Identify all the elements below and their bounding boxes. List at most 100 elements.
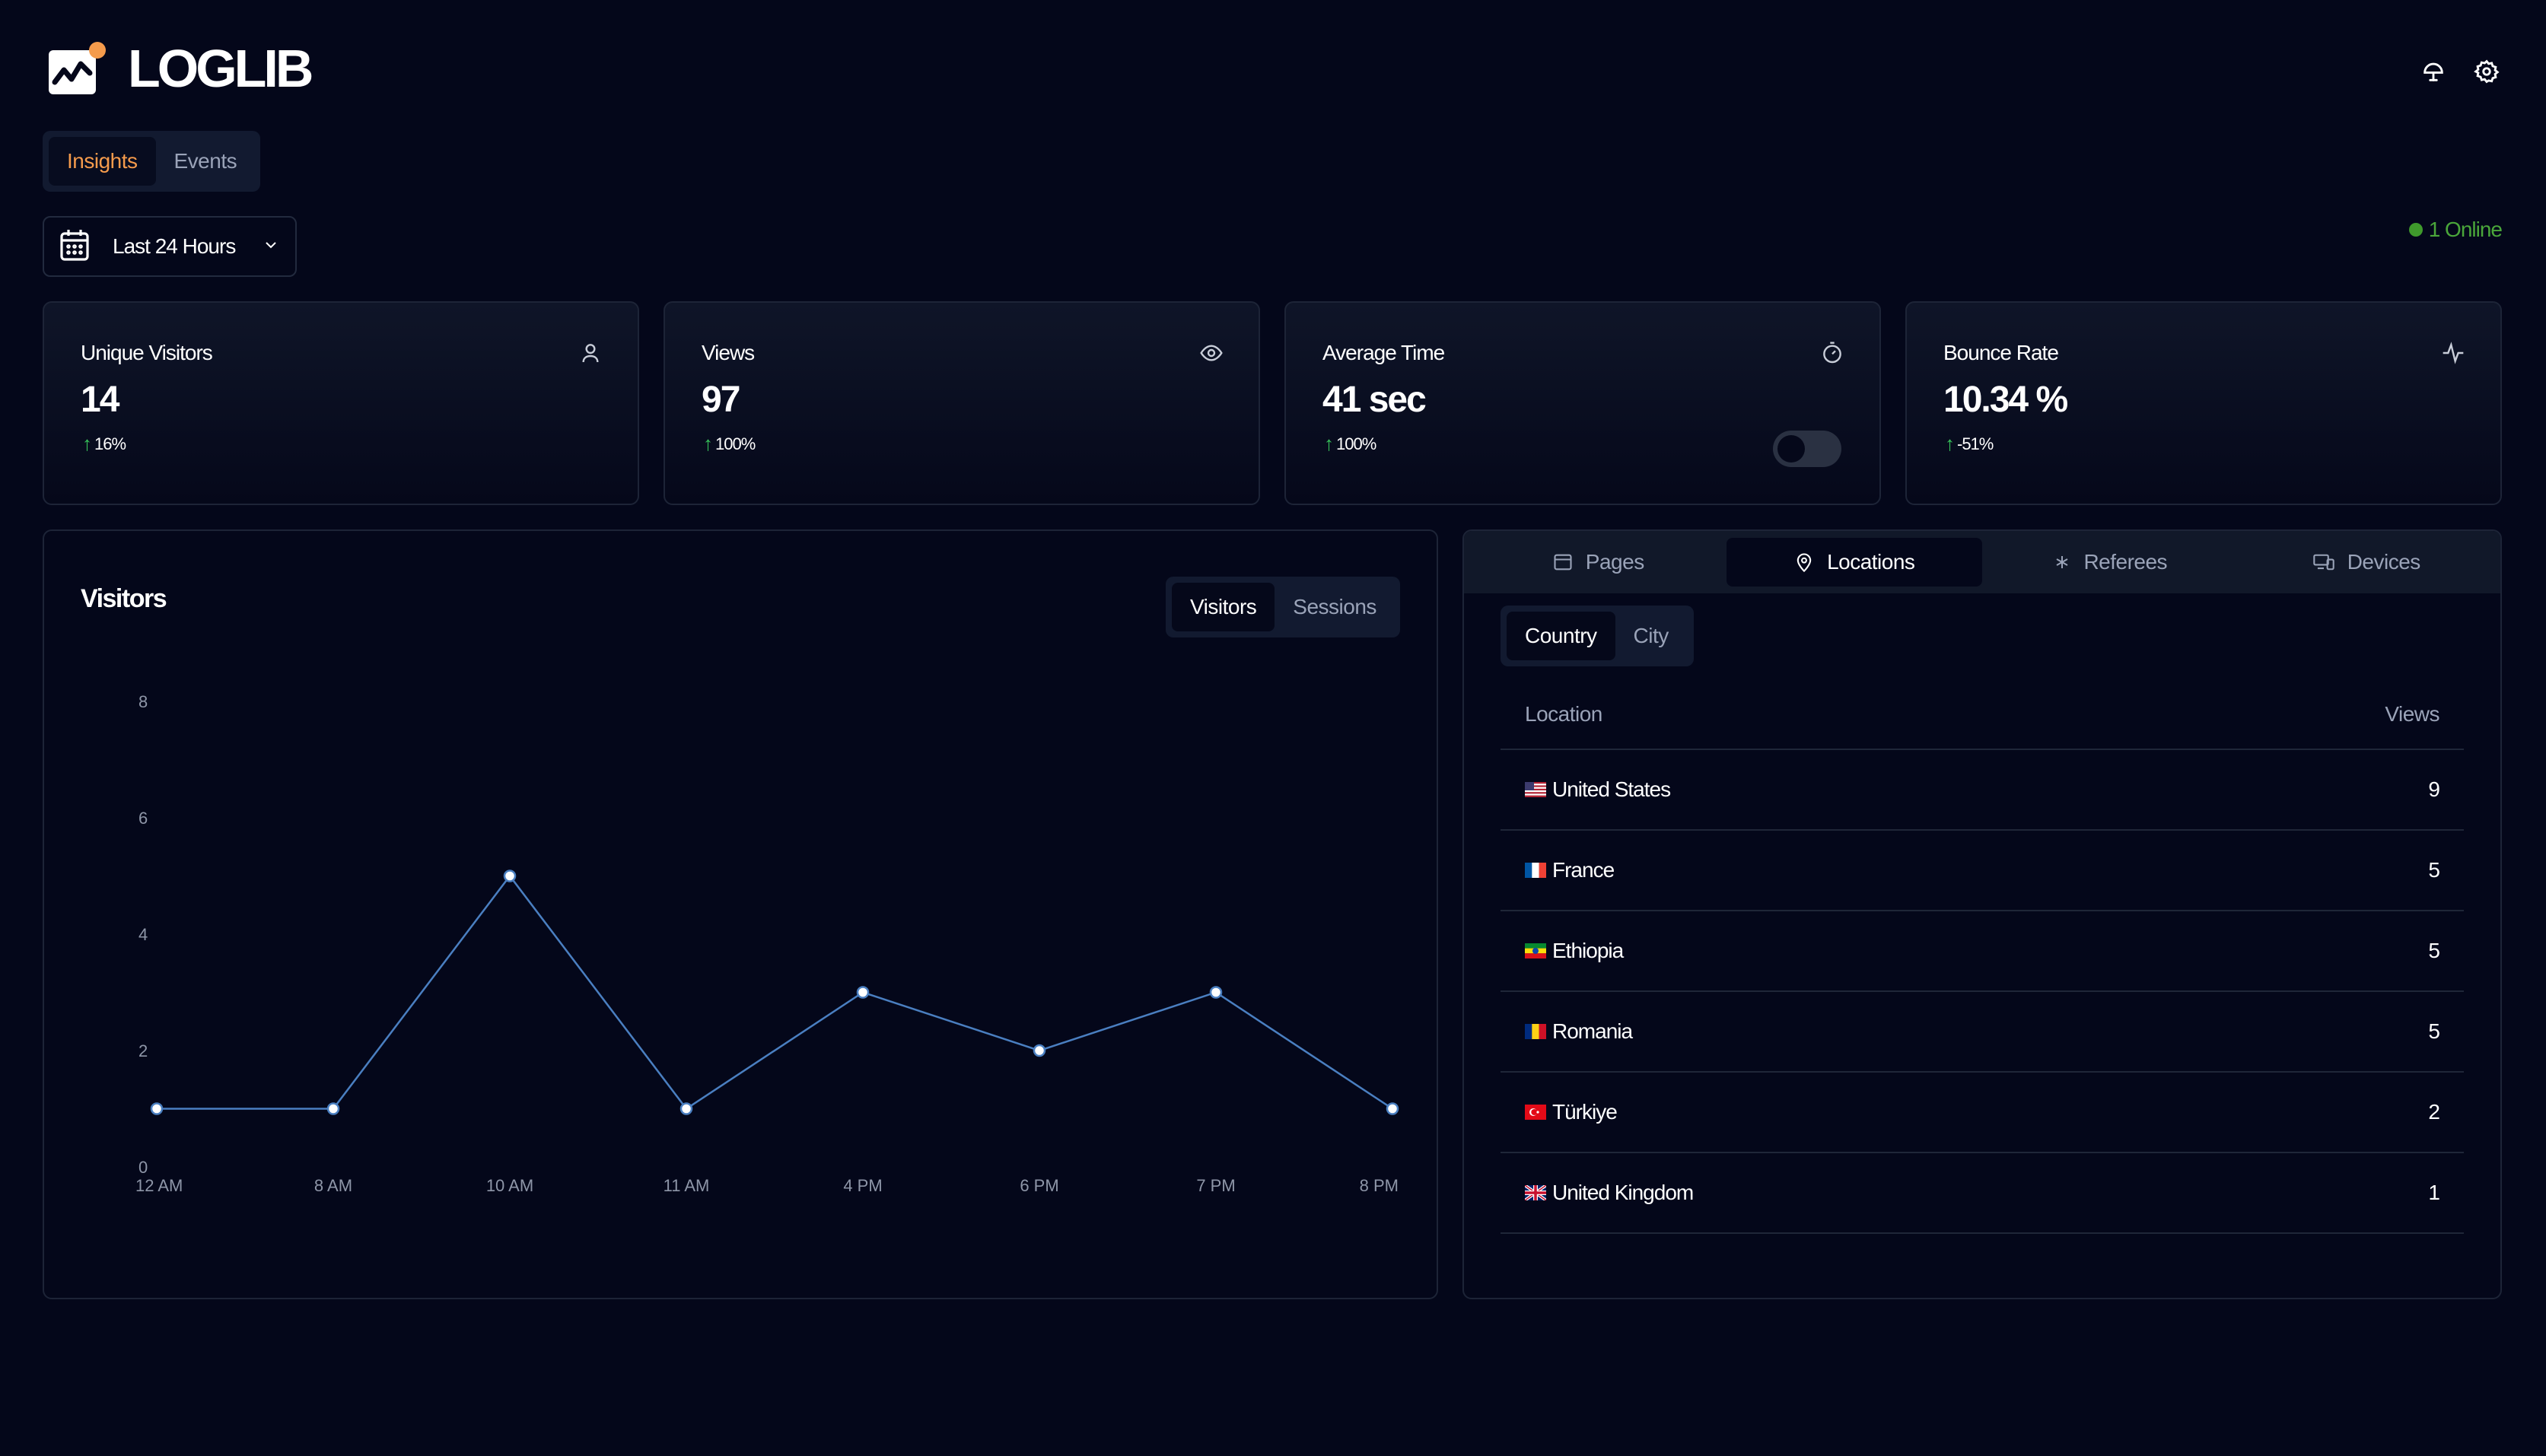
stat-title: Bounce Rate (1943, 341, 2059, 364)
breakdown-panel: Pages Locations Referees Devices Country… (1462, 529, 2502, 1299)
column-views[interactable]: Views (2385, 702, 2439, 726)
y-tick-label: 2 (138, 1041, 148, 1060)
data-point[interactable] (679, 1102, 693, 1115)
view-count: 2 (2428, 1100, 2440, 1124)
calendar-icon (59, 228, 90, 265)
country-name: Romania (1552, 1019, 1633, 1043)
settings-gear-icon[interactable] (2470, 55, 2503, 88)
stat-change: ↑ 100% (703, 432, 756, 455)
tr-flag-icon (1525, 1105, 1546, 1120)
table-row[interactable]: Romania 5 (1501, 992, 2464, 1073)
locations-table: Location Views United States 9 France 5 … (1501, 680, 2464, 1234)
timer-icon (1820, 341, 1844, 365)
y-tick-label: 8 (138, 692, 148, 711)
table-row[interactable]: Türkiye 2 (1501, 1073, 2464, 1153)
country-name: United Kingdom (1552, 1181, 1694, 1204)
country-name: Ethiopia (1552, 939, 1624, 962)
tab-referees[interactable]: Referees (1982, 538, 2239, 587)
arrow-up-icon: ↑ (1945, 432, 1955, 455)
country-name: United States (1552, 777, 1671, 801)
loglib-logo-icon (47, 41, 108, 97)
tab-events[interactable]: Events (156, 137, 256, 186)
tab-country[interactable]: Country (1507, 612, 1615, 660)
view-count: 5 (2428, 939, 2440, 962)
view-count: 1 (2428, 1181, 2440, 1204)
date-range-select[interactable]: Last 24 Hours (43, 216, 297, 277)
data-point[interactable] (503, 869, 517, 882)
table-row[interactable]: United Kingdom 1 (1501, 1153, 2464, 1234)
arrow-up-icon: ↑ (703, 432, 713, 455)
arrow-up-icon: ↑ (82, 432, 92, 455)
arrow-up-icon: ↑ (1324, 432, 1334, 455)
stat-card-average-time: Average Time 41 sec ↑ 100% (1284, 301, 1881, 505)
stat-title: Views (702, 341, 755, 364)
user-icon (578, 341, 603, 365)
ro-flag-icon (1525, 1024, 1546, 1039)
online-count: 1 Online (2428, 218, 2503, 241)
asterisk-icon (2056, 556, 2068, 568)
y-tick-label: 0 (138, 1158, 148, 1177)
table-row[interactable]: Ethiopia 5 (1501, 911, 2464, 992)
y-tick-label: 4 (138, 925, 148, 944)
visitors-chart-panel: Visitors Visitors Sessions 0 2 4 6 8 12 AM 8 A… (43, 529, 1438, 1299)
stat-title: Unique Visitors (81, 341, 213, 364)
country-name: France (1552, 858, 1615, 882)
tab-devices[interactable]: Devices (2239, 538, 2495, 587)
tab-insights[interactable]: Insights (49, 137, 156, 186)
data-point[interactable] (856, 986, 870, 999)
main-tabs: Insights Events (43, 131, 260, 192)
data-point[interactable] (1386, 1102, 1399, 1115)
online-dot (2408, 223, 2423, 237)
stat-value: 97 (702, 380, 740, 420)
theme-toggle-icon[interactable] (2417, 55, 2450, 88)
x-tick-label: 8 AM (314, 1176, 352, 1195)
x-tick-label: 4 PM (843, 1176, 882, 1195)
x-tick-label: 12 AM (135, 1176, 183, 1195)
x-tick-label: 8 PM (1360, 1176, 1399, 1195)
tab-locations[interactable]: Locations (1726, 538, 1982, 587)
column-location[interactable]: Location (1525, 702, 1602, 726)
view-count: 9 (2428, 777, 2440, 801)
stat-card-views: Views 97 ↑ 100% (664, 301, 1260, 505)
map-pin-icon (1797, 553, 1812, 573)
activity-icon (2441, 341, 2465, 365)
stat-card-unique-visitors: Unique Visitors 14 ↑ 16% (43, 301, 639, 505)
data-point[interactable] (1209, 986, 1223, 999)
stat-value: 10.34 % (1943, 380, 2068, 420)
us-flag-icon (1525, 782, 1546, 797)
stat-value: 14 (81, 380, 119, 420)
y-tick-label: 6 (138, 809, 148, 828)
stat-title: Average Time (1322, 341, 1445, 364)
x-tick-label: 7 PM (1196, 1176, 1235, 1195)
stat-change: ↑ 100% (1324, 432, 1376, 455)
gb-flag-icon (1525, 1185, 1546, 1200)
tab-city[interactable]: City (1615, 612, 1687, 660)
visitors-line-chart: 0 2 4 6 8 12 AM 8 AM 10 AM 11 AM 4 PM 6 PM 7 PM 8 PM (135, 692, 1399, 1195)
data-point[interactable] (326, 1102, 340, 1115)
online-indicator: 1 Online (2408, 218, 2503, 242)
window-icon (1554, 554, 1572, 571)
table-row[interactable]: France 5 (1501, 831, 2464, 911)
country-name: Türkiye (1552, 1100, 1618, 1124)
eye-icon (1199, 341, 1224, 365)
date-range-label: Last 24 Hours (113, 234, 236, 258)
x-tick-label: 6 PM (1020, 1176, 1058, 1195)
tab-pages[interactable]: Pages (1470, 538, 1727, 587)
table-header: Location Views (1501, 680, 2464, 750)
data-point[interactable] (150, 1102, 164, 1115)
chevron-down-icon (262, 236, 280, 258)
data-point[interactable] (1033, 1044, 1046, 1057)
fr-flag-icon (1525, 863, 1546, 878)
comparison-toggle[interactable] (1773, 431, 1841, 467)
stat-card-bounce-rate: Bounce Rate 10.34 % ↑ -51% (1905, 301, 2502, 505)
series-line (157, 874, 1393, 1111)
table-row[interactable]: United States 9 (1501, 750, 2464, 831)
stat-change: ↑ 16% (82, 432, 126, 455)
et-flag-icon (1525, 943, 1546, 958)
toggle-knob (1777, 435, 1805, 463)
view-count: 5 (2428, 858, 2440, 882)
location-scope-tabs: Country City (1501, 606, 1694, 666)
app-title: LOGLIB (128, 39, 313, 98)
breakdown-tabs: Pages Locations Referees Devices (1464, 531, 2500, 593)
view-count: 5 (2428, 1019, 2440, 1043)
